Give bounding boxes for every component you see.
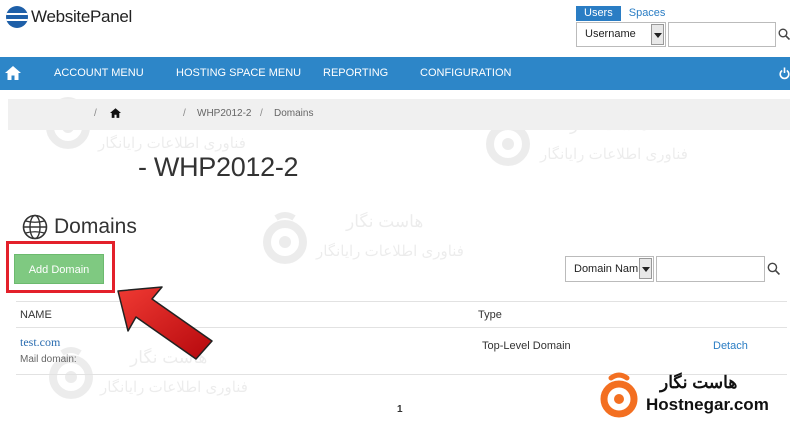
detach-link[interactable]: Detach	[713, 340, 748, 352]
page-title: - WHP2012-2	[138, 152, 299, 182]
nav-account-menu[interactable]: ACCOUNT MENU	[54, 57, 144, 90]
domain-type: Top-Level Domain	[482, 340, 571, 352]
column-header-type[interactable]: Type	[478, 309, 502, 321]
filter-field-select[interactable]: Domain Nam	[565, 256, 654, 282]
main-nav: ACCOUNT MENU HOSTING SPACE MENU REPORTIN…	[0, 57, 790, 90]
watermark-line1: هاست نگار	[346, 212, 424, 231]
search-scope-tabs: Users Spaces	[576, 6, 673, 21]
watermark-line2: فناوری اطلاعات رایانگار	[98, 135, 246, 152]
search-icon[interactable]	[778, 28, 790, 40]
top-header: WebsitePanel Users Spaces Username	[0, 0, 790, 57]
brand-english-name: Hostnegar.com	[646, 395, 769, 414]
home-icon[interactable]	[5, 66, 21, 80]
nav-hosting-space-menu[interactable]: HOSTING SPACE MENU	[176, 57, 301, 90]
chevron-down-icon	[651, 24, 664, 45]
add-domain-button[interactable]: Add Domain	[14, 254, 104, 284]
chevron-down-icon	[639, 258, 652, 279]
top-search-input[interactable]	[668, 22, 776, 47]
tab-users[interactable]: Users	[576, 6, 621, 21]
mail-domain-label: Mail domain:	[20, 354, 77, 365]
pagination-current-page[interactable]: 1	[397, 404, 403, 415]
filter-search-input[interactable]	[656, 256, 765, 282]
home-icon[interactable]	[110, 108, 121, 118]
watermark	[262, 210, 308, 271]
watermark-line2: فناوری اطلاعات رایانگار	[316, 243, 464, 260]
domain-name-link[interactable]: test.com	[20, 335, 60, 350]
nav-reporting[interactable]: REPORTING	[323, 57, 388, 90]
section-title: Domains	[54, 215, 137, 238]
logo-globe-icon	[6, 6, 28, 28]
breadcrumb-item-space[interactable]: WHP2012-2	[197, 108, 251, 119]
watermark-line2: فناوری اطلاعات رایانگار	[540, 146, 688, 163]
breadcrumb-separator: /	[260, 108, 263, 119]
hostnegar-logo-icon	[600, 372, 638, 418]
breadcrumb-item-current: Domains	[274, 108, 314, 119]
power-icon[interactable]	[779, 67, 790, 80]
search-field-select-value: Username	[585, 28, 636, 40]
column-header-name[interactable]: NAME	[20, 309, 52, 321]
logo-text: WebsitePanel	[31, 7, 132, 26]
globe-icon	[22, 214, 48, 240]
nav-configuration[interactable]: CONFIGURATION	[420, 57, 511, 90]
tab-spaces[interactable]: Spaces	[621, 6, 674, 21]
filter-field-select-value: Domain Nam	[574, 263, 639, 275]
watermark-line2: فناوری اطلاعات رایانگار	[100, 379, 248, 396]
app-logo[interactable]: WebsitePanel	[6, 6, 132, 28]
annotation-arrow-icon	[117, 286, 213, 360]
brand-persian-name: هاست نگار	[660, 373, 738, 392]
search-field-select[interactable]: Username	[576, 22, 666, 47]
breadcrumb-separator: /	[183, 108, 186, 119]
breadcrumb-separator: /	[94, 108, 97, 119]
search-icon[interactable]	[767, 262, 780, 275]
breadcrumb: / / WHP2012-2 / Domains	[8, 99, 790, 130]
